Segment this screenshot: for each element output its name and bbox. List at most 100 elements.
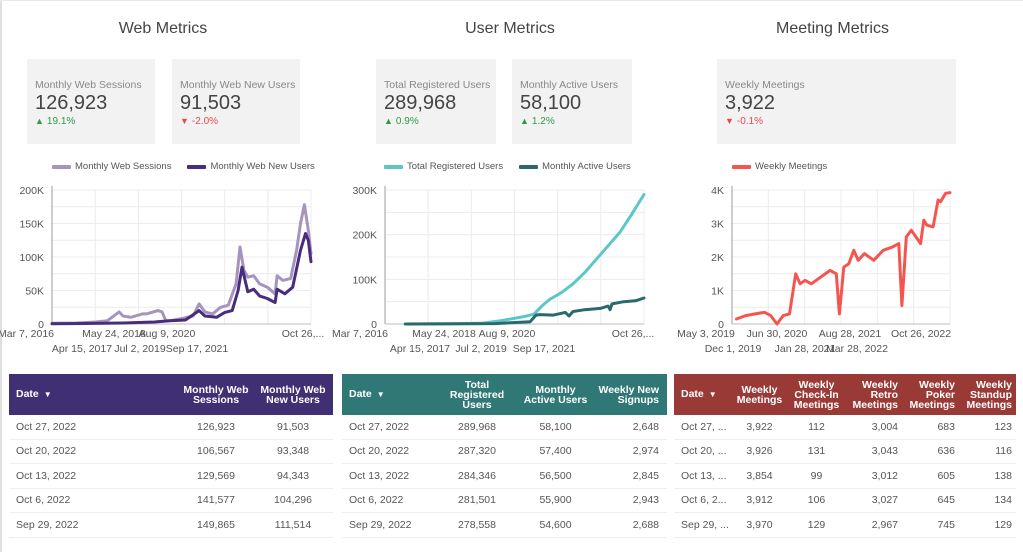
y-tick-label: 1K bbox=[711, 286, 724, 298]
cell-value: 745 bbox=[937, 518, 955, 531]
table-row[interactable]: Oct 6, 2022 281,501 55,900 2,943 bbox=[342, 489, 667, 513]
cell-value: 3,012 bbox=[871, 469, 898, 482]
table-body: Oct 27, ... 3,922 112 3,004 683 123 Oct 20, ..… bbox=[674, 415, 1016, 538]
legend-item-meetings[interactable]: Weekly Meetings bbox=[732, 161, 827, 172]
legend-swatch bbox=[52, 164, 71, 169]
legend-swatch bbox=[732, 164, 751, 169]
cell-value: 99 bbox=[810, 469, 823, 482]
kpi-total-registered-users[interactable]: Total Registered Users 289,968 ▲ 0.9% bbox=[376, 59, 496, 144]
column-header-weekly-meetings[interactable]: Weekly Meetings bbox=[731, 384, 788, 405]
user-metrics-chart[interactable]: 0100K200K300KMar 7, 2016 May 24, 2018 Aug … bbox=[332, 178, 680, 358]
cell-value: 2,974 bbox=[632, 445, 659, 458]
column-header-registered[interactable]: Total Registered Users bbox=[437, 379, 517, 410]
y-tick-label: 200K bbox=[352, 230, 377, 242]
legend-swatch bbox=[384, 164, 403, 169]
cell-value: 2,967 bbox=[871, 518, 898, 531]
legend-item-web-sessions[interactable]: Monthly Web Sessions bbox=[52, 161, 171, 172]
table-row[interactable]: Oct 27, ... 3,922 112 3,004 683 123 bbox=[674, 415, 1016, 440]
x-tick-label: Apr 15, 2017 bbox=[52, 343, 112, 355]
kpi-label: Monthly Web Sessions bbox=[35, 79, 142, 91]
legend-item-active[interactable]: Monthly Active Users bbox=[519, 161, 631, 172]
kpi-monthly-web-new-users[interactable]: Monthly Web New Users 91,503 ▼ -2.0% bbox=[172, 59, 300, 144]
kpi-value: 58,100 bbox=[520, 92, 582, 114]
y-tick-label: 4K bbox=[711, 185, 724, 197]
column-header-poker[interactable]: Weekly Poker Meetings bbox=[902, 379, 959, 410]
table-row[interactable]: Oct 13, 2022 129,569 94,343 bbox=[9, 464, 333, 489]
table-row[interactable]: Sep 29, 2022 278,558 54,600 2,688 bbox=[342, 513, 667, 538]
table-row[interactable]: Oct 6, 2... 3,912 106 3,027 645 134 bbox=[674, 489, 1016, 513]
kpi-label: Weekly Meetings bbox=[725, 79, 805, 91]
cell-value: 3,027 bbox=[871, 494, 898, 507]
table-header: Date ▼ Weekly Meetings Weekly Check-In Me… bbox=[674, 374, 1016, 415]
cell-date: Oct 27, ... bbox=[681, 420, 727, 433]
cell-value: 55,900 bbox=[539, 494, 572, 507]
table-row[interactable]: Sep 29, ... 3,970 129 2,967 745 129 bbox=[674, 513, 1016, 538]
y-tick-label: 300K bbox=[352, 185, 377, 197]
column-header-signups[interactable]: Weekly New Signups bbox=[594, 384, 667, 405]
cell-value: 3,854 bbox=[746, 469, 773, 482]
cell-date: Oct 6, 2022 bbox=[349, 494, 404, 507]
column-header-retro[interactable]: Weekly Retro Meetings bbox=[845, 379, 902, 410]
kpi-value: 91,503 bbox=[180, 92, 242, 114]
table-row[interactable]: Sep 29, 2022 149,865 111,514 bbox=[9, 513, 333, 538]
x-tick-label: Jul 2, 2019 bbox=[455, 343, 507, 355]
cell-value: 605 bbox=[937, 469, 955, 482]
meeting-metrics-chart[interactable]: 01K2K3K4KMay 3, 2019 Jun 30, 2020 Aug 28, … bbox=[677, 178, 1023, 358]
cell-value: 104,296 bbox=[274, 494, 312, 507]
table-row[interactable]: Oct 6, 2022 141,577 104,296 bbox=[9, 489, 333, 513]
kpi-monthly-web-sessions[interactable]: Monthly Web Sessions 126,923 ▲ 19.1% bbox=[27, 59, 155, 144]
cell-date: Oct 13, 2022 bbox=[349, 469, 410, 482]
x-tick-label: Oct 26,... bbox=[612, 328, 655, 340]
cell-value: 287,320 bbox=[458, 445, 496, 458]
cell-date: Oct 13, 2022 bbox=[16, 469, 77, 482]
kpi-value: 126,923 bbox=[35, 92, 108, 114]
column-header-sessions[interactable]: Monthly Web Sessions bbox=[179, 384, 253, 405]
cell-value: 3,912 bbox=[746, 494, 773, 507]
cell-date: Oct 6, 2022 bbox=[16, 494, 71, 507]
x-tick-label: Oct 26, 2022 bbox=[891, 328, 951, 340]
y-tick-label: 2K bbox=[711, 252, 724, 264]
table-row[interactable]: Oct 27, 2022 126,923 91,503 bbox=[9, 415, 333, 440]
column-header-standup[interactable]: Weekly Standup Meetings bbox=[959, 379, 1016, 410]
kpi-delta: ▼ -0.1% bbox=[725, 116, 764, 127]
sort-desc-icon: ▼ bbox=[43, 390, 52, 399]
x-tick-label: May 24, 2018 bbox=[82, 328, 146, 340]
column-header-date[interactable]: Date ▼ bbox=[342, 389, 437, 400]
column-header-date[interactable]: Date ▼ bbox=[9, 389, 179, 400]
x-tick-label: Jul 2, 2019 bbox=[114, 343, 166, 355]
cell-value: 56,500 bbox=[539, 469, 572, 482]
cell-value: 93,348 bbox=[276, 445, 310, 458]
series-line-total-registered-users[interactable] bbox=[403, 193, 646, 326]
table-row[interactable]: Oct 13, 2022 284,346 56,500 2,845 bbox=[342, 464, 667, 489]
x-tick-label: Aug 28, 2021 bbox=[819, 328, 882, 340]
legend-item-web-new-users[interactable]: Monthly Web New Users bbox=[187, 161, 315, 172]
cell-date: Oct 20, ... bbox=[681, 445, 727, 458]
column-header-active[interactable]: Monthly Active Users bbox=[517, 384, 594, 405]
table-row[interactable]: Oct 20, 2022 106,567 93,348 bbox=[9, 440, 333, 464]
cell-value: 149,865 bbox=[197, 518, 235, 531]
x-tick-label: Sep 17, 2021 bbox=[513, 343, 576, 355]
kpi-weekly-meetings[interactable]: Weekly Meetings 3,922 ▼ -0.1% bbox=[717, 59, 956, 144]
y-tick-label: 200K bbox=[19, 185, 44, 197]
meeting-metrics-title: Meeting Metrics bbox=[776, 20, 889, 37]
column-header-checkin[interactable]: Weekly Check-In Meetings bbox=[788, 379, 845, 410]
table-row[interactable]: Oct 13, ... 3,854 99 3,012 605 138 bbox=[674, 464, 1016, 489]
table-row[interactable]: Oct 20, ... 3,926 131 3,043 636 116 bbox=[674, 440, 1016, 464]
table-body: Oct 27, 2022 289,968 58,100 2,648 Oct 20, 20… bbox=[342, 415, 667, 538]
y-tick-label: 150K bbox=[19, 219, 44, 231]
sort-desc-icon: ▼ bbox=[708, 390, 717, 399]
cell-date: Oct 20, 2022 bbox=[349, 445, 410, 458]
table-row[interactable]: Oct 20, 2022 287,320 57,400 2,974 bbox=[342, 440, 667, 464]
web-metrics-chart[interactable]: 050K100K150K200KMar 7, 2016 May 24, 2018A… bbox=[0, 178, 340, 358]
table-row[interactable]: Oct 27, 2022 289,968 58,100 2,648 bbox=[342, 415, 667, 440]
cell-date: Oct 13, ... bbox=[681, 469, 727, 482]
cell-value: 3,922 bbox=[746, 420, 773, 433]
y-tick-label: 100K bbox=[19, 252, 44, 264]
x-tick-label: Apr 15, 2017 bbox=[390, 343, 450, 355]
x-tick-label: Mar 7, 2016 bbox=[0, 328, 54, 340]
column-header-new-users[interactable]: Monthly Web New Users bbox=[253, 384, 333, 405]
legend-item-registered[interactable]: Total Registered Users bbox=[384, 161, 503, 172]
x-tick-label: Oct 26,... bbox=[282, 328, 325, 340]
kpi-monthly-active-users[interactable]: Monthly Active Users 58,100 ▲ 1.2% bbox=[512, 59, 632, 144]
column-header-date[interactable]: Date ▼ bbox=[674, 389, 731, 400]
